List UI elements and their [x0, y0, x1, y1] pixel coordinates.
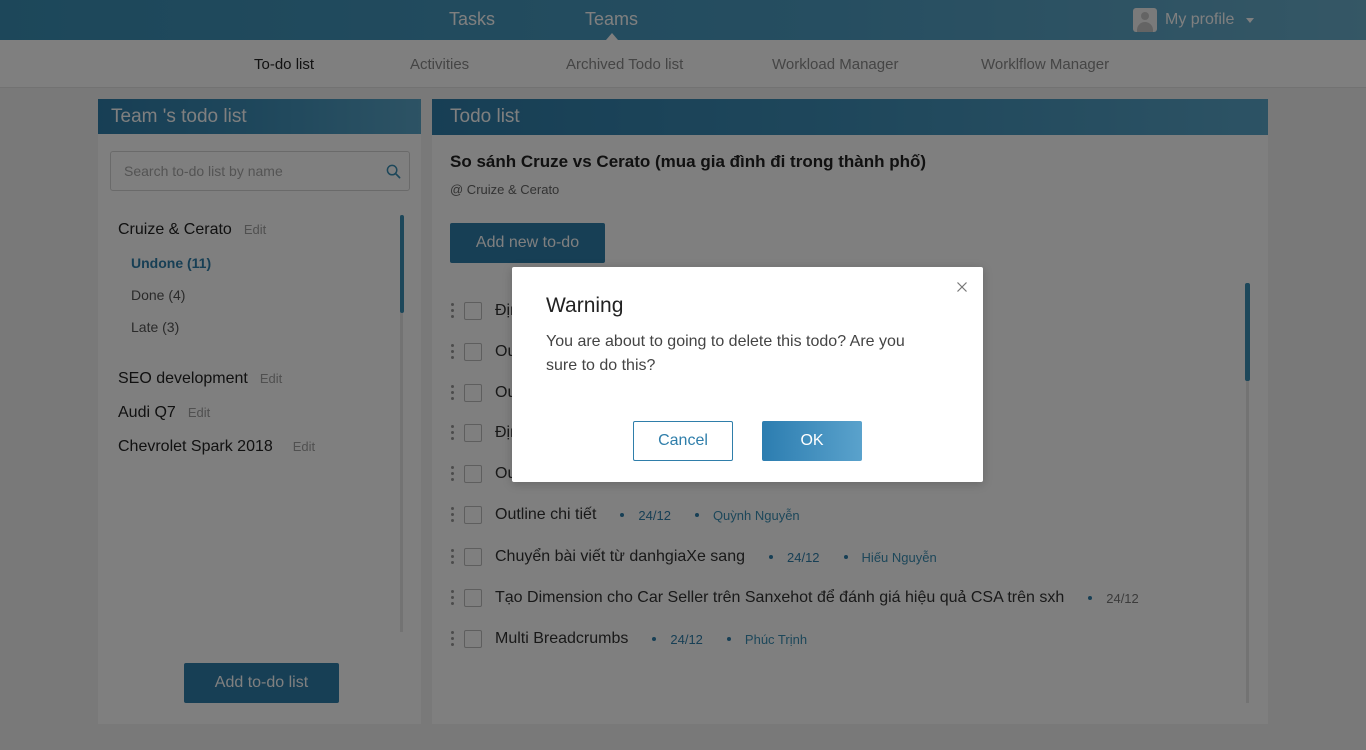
ok-button[interactable]: OK — [762, 421, 862, 461]
warning-dialog: Warning You are about to going to delete… — [512, 267, 983, 482]
close-icon[interactable] — [956, 281, 968, 293]
dialog-title: Warning — [546, 294, 624, 317]
dialog-message: You are about to going to delete this to… — [546, 333, 905, 374]
cancel-button[interactable]: Cancel — [633, 421, 733, 461]
